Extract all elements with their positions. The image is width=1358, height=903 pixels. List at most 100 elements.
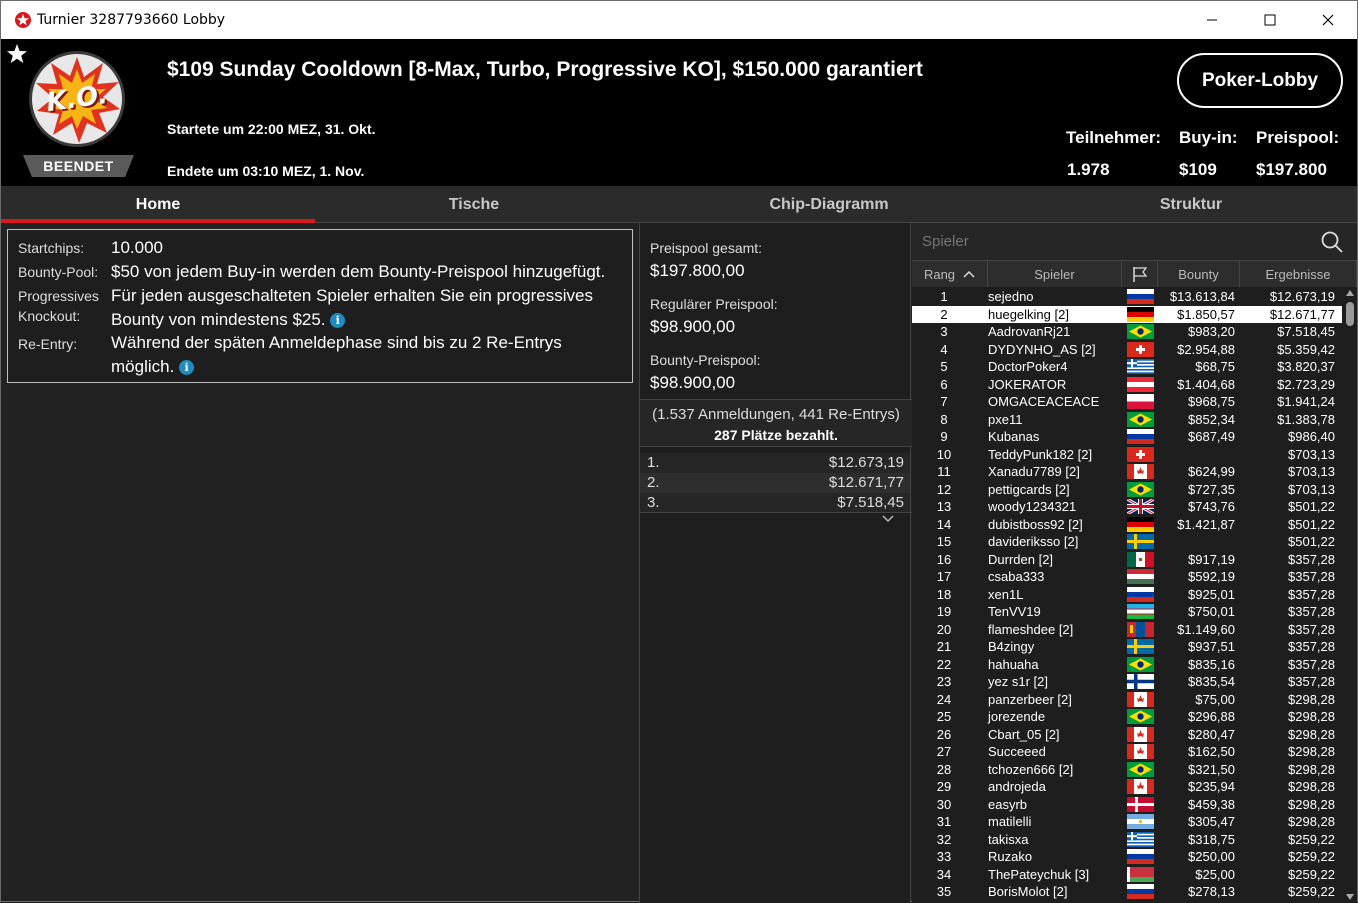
tab-structure[interactable]: Struktur: [1025, 186, 1357, 223]
player-row[interactable]: 32 takisxa $318,75 $259,22: [912, 831, 1342, 849]
player-rank: 33: [936, 849, 952, 864]
player-bounty: $687,49: [1188, 429, 1235, 444]
player-row[interactable]: 19 TenVV19 $750,01 $357,28: [912, 603, 1342, 621]
bounty-pool-label: Bounty-Pool:: [18, 264, 99, 280]
player-row[interactable]: 17 csaba333 $592,19 $357,28: [912, 568, 1342, 586]
player-row[interactable]: 5 DoctorPoker4 $68,75 $3.820,37: [912, 358, 1342, 376]
reentry-label: Re-Entry:: [18, 336, 78, 352]
player-bounty: $835,54: [1188, 674, 1235, 689]
player-bounty: $75,00: [1195, 691, 1235, 707]
player-row[interactable]: 21 B4zingy $937,51 $357,28: [912, 638, 1342, 656]
payout-place: 2.: [647, 474, 660, 491]
player-row[interactable]: 9 Kubanas $687,49 $986,40: [912, 428, 1342, 446]
scrollbar-thumb[interactable]: [1346, 302, 1354, 326]
player-row[interactable]: 6 JOKERATOR $1.404,68 $2.723,29: [912, 376, 1342, 394]
pko-label-line2: Knockout:: [18, 308, 81, 324]
player-row[interactable]: 24 panzerbeer [2] $75,00 $298,28: [912, 691, 1342, 709]
player-row[interactable]: 1 sejedno $13.613,84 $12.673,19: [912, 288, 1342, 306]
player-row[interactable]: 18 xen1L $925,01 $357,28: [912, 586, 1342, 604]
player-row[interactable]: 10 TeddyPunk182 [2] $703,13: [912, 446, 1342, 464]
maximize-button[interactable]: [1241, 1, 1299, 39]
player-bounty: $25,00: [1195, 866, 1235, 882]
player-row[interactable]: 8 pxe11 $852,34 $1.383,78: [912, 411, 1342, 429]
column-player[interactable]: Spieler: [988, 261, 1122, 287]
tab-tables[interactable]: Tische: [315, 186, 633, 223]
column-country[interactable]: [1122, 261, 1158, 287]
player-row[interactable]: 30 easyrb $459,38 $298,28: [912, 796, 1342, 814]
player-bounty: $743,76: [1188, 499, 1235, 514]
info-icon[interactable]: i: [179, 360, 195, 375]
player-row[interactable]: 25 jorezende $296,88 $298,28: [912, 708, 1342, 726]
player-rank: 5: [940, 359, 948, 374]
player-result: $298,28: [1288, 796, 1335, 812]
close-button[interactable]: [1299, 1, 1357, 39]
player-bounty: $1.149,60: [1177, 621, 1235, 637]
player-name: Ruzako: [988, 849, 1033, 864]
player-row[interactable]: 26 Cbart_05 [2] $280,47 $298,28: [912, 726, 1342, 744]
player-row[interactable]: 13 woody1234321 $743,76 $501,22: [912, 498, 1342, 516]
player-row[interactable]: 16 Durrden [2] $917,19 $357,28: [912, 551, 1342, 569]
player-row[interactable]: 35 BorisMolot [2] $278,13 $259,22: [912, 883, 1342, 901]
player-result: $1.941,24: [1277, 394, 1335, 409]
player-row[interactable]: 15 davideriksso [2] $501,22: [912, 533, 1342, 551]
logo-text: K.O.: [44, 79, 110, 119]
player-row[interactable]: 14 dubistboss92 [2] $1.421,87 $501,22: [912, 516, 1342, 534]
pko-value-text: Bounty von mindestens $25.: [111, 310, 326, 329]
player-result: $298,28: [1288, 726, 1335, 742]
tournament-lobby-window: Turnier 3287793660 Lobby K.O. BEENDET $1…: [0, 0, 1358, 903]
country-flag-pl-icon: [1127, 394, 1154, 409]
player-row[interactable]: 7 OMGACEACEACE $968,75 $1.941,24: [912, 393, 1342, 411]
poker-lobby-button[interactable]: Poker-Lobby: [1177, 53, 1343, 108]
start-time: Startete um 22:00 MEZ, 31. Okt.: [167, 121, 376, 137]
player-row[interactable]: 3 AadrovanRj21 $983,20 $7.518,45: [912, 323, 1342, 341]
payout-amount: $7.518,45: [837, 494, 904, 511]
player-bounty: $983,20: [1188, 324, 1235, 339]
scroll-up-icon[interactable]: [1346, 290, 1354, 296]
player-row[interactable]: 2 huegelking [2] $1.850,57 $12.671,77: [912, 305, 1342, 323]
country-flag-hu-icon: [1127, 569, 1154, 584]
player-name: tchozen666 [2]: [988, 761, 1074, 777]
column-rank[interactable]: Rang: [912, 261, 988, 287]
payout-amount: $12.673,19: [828, 454, 904, 471]
player-row[interactable]: 29 androjeda $235,94 $298,28: [912, 778, 1342, 796]
country-flag-dk-icon: [1127, 796, 1154, 812]
column-bounty[interactable]: Bounty: [1158, 261, 1240, 287]
country-flag-ca-icon: [1127, 691, 1154, 707]
player-result: $2.723,29: [1277, 376, 1335, 392]
column-results[interactable]: Ergebnisse: [1240, 261, 1357, 287]
search-icon[interactable]: [1320, 230, 1344, 254]
player-name: B4zingy: [988, 639, 1035, 654]
player-list: 1 sejedno $13.613,84 $12.673,19 2 huegelking …: [912, 288, 1342, 903]
info-icon[interactable]: i: [330, 313, 346, 328]
player-row[interactable]: 4 DYDYNHO_AS [2] $2.954,88 $5.359,42: [912, 341, 1342, 359]
player-name: pettigcards [2]: [988, 481, 1070, 497]
player-rank: 28: [936, 761, 952, 777]
player-name: csaba333: [988, 569, 1045, 584]
tab-home[interactable]: Home: [1, 186, 315, 223]
player-rank: 25: [936, 709, 952, 724]
players-value: 1.978: [1067, 160, 1110, 179]
player-row[interactable]: 28 tchozen666 [2] $321,50 $298,28: [912, 761, 1342, 779]
scrollbar[interactable]: [1343, 288, 1357, 903]
player-row[interactable]: 23 yez s1r [2] $835,54 $357,28: [912, 673, 1342, 691]
player-rank: 26: [936, 726, 952, 742]
player-bounty: $250,00: [1188, 849, 1235, 864]
tab-chip-chart[interactable]: Chip-Diagramm: [633, 186, 1025, 223]
player-row[interactable]: 20 flameshdee [2] $1.149,60 $357,28: [912, 621, 1342, 639]
expand-chevron-icon[interactable]: [882, 515, 894, 523]
player-row[interactable]: 27 Succeeed $162,50 $298,28: [912, 743, 1342, 761]
scroll-down-icon[interactable]: [1346, 894, 1354, 900]
minimize-button[interactable]: [1183, 1, 1241, 39]
tournament-header: K.O. BEENDET $109 Sunday Cooldown [8-Max…: [1, 39, 1357, 186]
player-row[interactable]: 34 ThePateychuk [3] $25,00 $259,22: [912, 866, 1342, 884]
player-row[interactable]: 33 Ruzako $250,00 $259,22: [912, 848, 1342, 866]
player-row[interactable]: 11 Xanadu7789 [2] $624,99 $703,13: [912, 463, 1342, 481]
player-result: $357,28: [1288, 621, 1335, 637]
player-row[interactable]: 22 hahuaha $835,16 $357,28: [912, 656, 1342, 674]
player-rank: 1: [940, 289, 948, 304]
player-search-input[interactable]: [912, 223, 1312, 260]
player-row[interactable]: 12 pettigcards [2] $727,35 $703,13: [912, 481, 1342, 499]
player-search-bar[interactable]: [912, 223, 1357, 261]
player-row[interactable]: 31 matilelli $305,47 $298,28: [912, 813, 1342, 831]
player-bounty: $280,47: [1188, 726, 1235, 742]
